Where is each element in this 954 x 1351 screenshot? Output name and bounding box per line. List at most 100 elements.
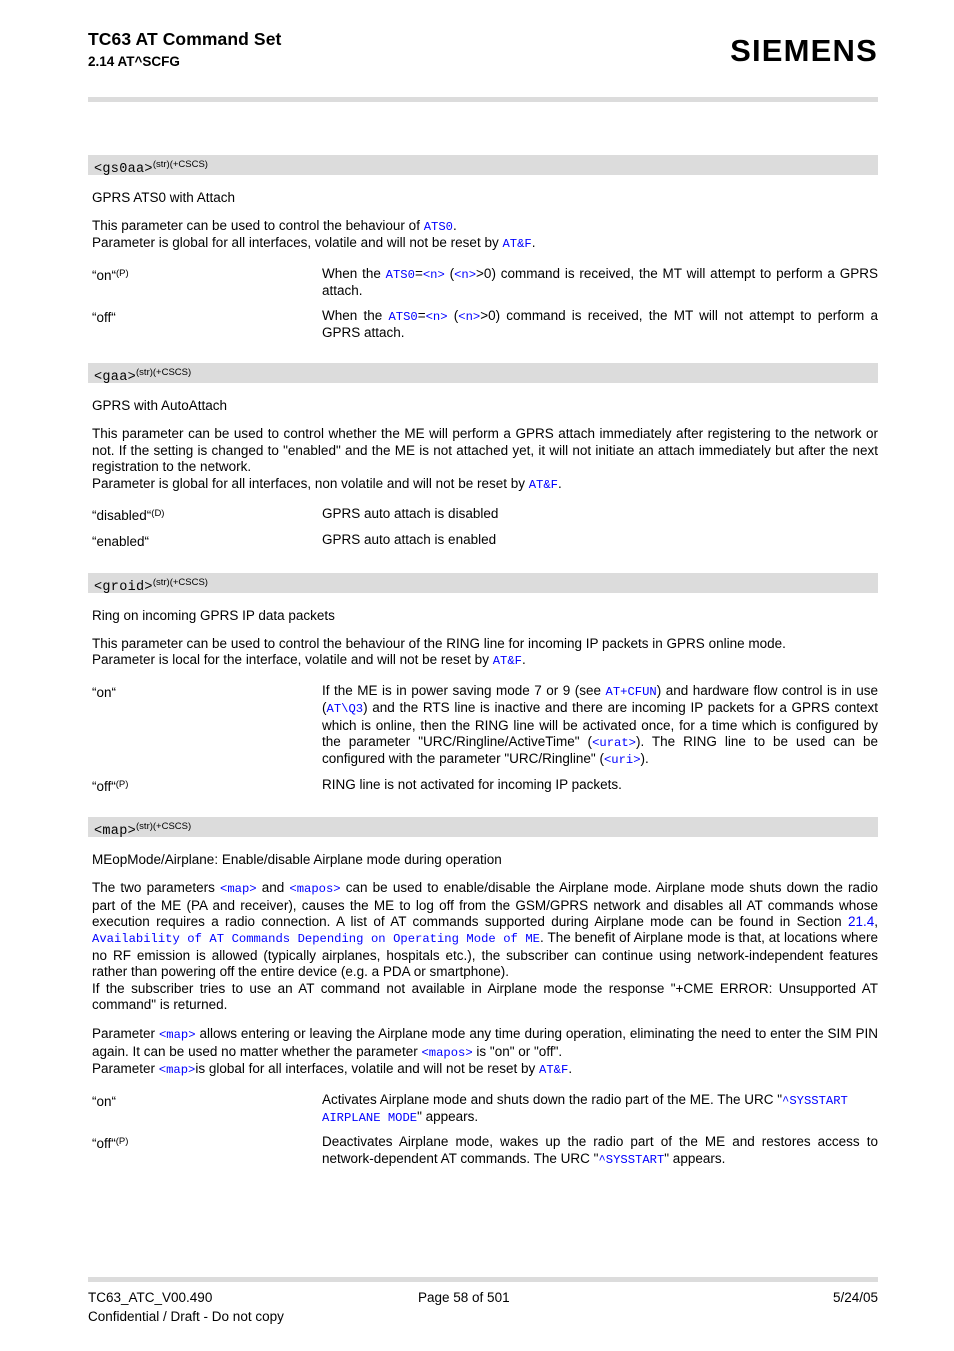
value-label: “on“(P) <box>92 266 322 284</box>
header-divider <box>88 97 878 102</box>
siemens-logo: SIEMENS <box>730 33 878 68</box>
value-label-text: “off“ <box>92 309 116 325</box>
map-scope-note: Parameter <map>is global for all interfa… <box>92 1061 573 1078</box>
inline-code-map: <map> <box>220 882 257 897</box>
value-description: GPRS auto attach is disabled <box>322 506 499 522</box>
parameter-subheading: GPRS ATS0 with Attach <box>92 190 236 205</box>
value-row: “enabled“ GPRS auto attach is enabled <box>92 532 878 550</box>
parameter-section-map: <map>(str)(+CSCS) MEopMode/Airplane: Ena… <box>88 817 878 1168</box>
value-description: When the ATS0=<n> (<n>>0) command is rec… <box>322 265 878 299</box>
inline-code-ats0: ATS0 <box>423 220 453 234</box>
value-description: Activates Airplane mode and shuts down t… <box>322 1091 848 1125</box>
value-label-text: “off“ <box>92 1136 116 1152</box>
footer-document-id: TC63_ATC_V00.490 <box>88 1290 213 1305</box>
parameter-header-gaa: <gaa>(str)(+CSCS) <box>88 363 878 386</box>
airplane-mode-error-note: If the subscriber tries to use an AT com… <box>92 980 878 1012</box>
parameter-superscript: (str)(+CSCS) <box>152 159 208 170</box>
footer-page-number: Page 58 of 501 <box>418 1290 510 1305</box>
value-label: “on“ <box>92 1092 322 1110</box>
value-description: If the ME is in power saving mode 7 or 9… <box>322 682 879 768</box>
document-page: TC63 AT Command Set 2.14 AT^SCFG SIEMENS… <box>0 0 954 1351</box>
inline-code-at-cfun: AT+CFUN <box>605 684 657 699</box>
footer-date: 5/24/05 <box>832 1290 878 1305</box>
parameter-section-gaa: <gaa>(str)(+CSCS) GPRS with AutoAttach T… <box>88 363 878 550</box>
airplane-mode-overview: The two parameters <map> and <mapos> can… <box>92 880 879 980</box>
value-label-text: “enabled“ <box>92 534 150 550</box>
value-row: “off“(P) RING line is not activated for … <box>92 777 878 795</box>
parameter-description: This parameter can be used to control th… <box>92 635 786 651</box>
inline-code-atf: AT&F <box>502 237 532 252</box>
value-label-text: “on“ <box>92 1093 117 1109</box>
value-label-text: “on“ <box>92 267 117 283</box>
parameter-scope-note: Parameter is global for all interfaces, … <box>92 235 536 252</box>
parameter-superscript: (str)(+CSCS) <box>136 367 192 379</box>
page-content: <gs0aa>(str)(+CSCS) GPRS ATS0 with Attac… <box>88 155 878 1190</box>
inline-code-atf: AT&F <box>528 477 558 492</box>
inline-code-atf: AT&F <box>539 1063 569 1078</box>
value-row: “disabled“(D) GPRS auto attach is disabl… <box>92 506 878 524</box>
parameter-header-gs0aa: <gs0aa>(str)(+CSCS) <box>88 155 878 177</box>
inline-code-urat: <urat> <box>592 735 636 750</box>
inline-code-sysstart-airplane: ^SYSSTART AIRPLANE MODE <box>322 1093 848 1125</box>
value-row: “on“ If the ME is in power saving mode 7… <box>92 683 878 769</box>
cross-reference-section-number[interactable]: 21.4 <box>848 914 874 929</box>
inline-code-n: <n> <box>425 309 448 324</box>
parameter-description: This parameter can be used to control wh… <box>92 426 878 475</box>
value-row: “on“ Activates Airplane mode and shuts d… <box>92 1092 878 1127</box>
value-label-superscript: (P) <box>115 778 129 790</box>
parameter-superscript: (str)(+CSCS) <box>136 821 192 833</box>
inline-code-mapos: <mapos> <box>289 882 341 897</box>
parameter-name: <gs0aa> <box>94 162 153 177</box>
parameter-section-groid: <groid>(str)(+CSCS) Ring on incoming GPR… <box>88 572 878 795</box>
parameter-subheading: GPRS with AutoAttach <box>92 398 228 414</box>
value-label-superscript: (D) <box>151 508 165 520</box>
inline-code-map: <map> <box>158 1028 196 1043</box>
footer-divider <box>88 1277 878 1282</box>
parameter-name: <gaa> <box>94 370 137 386</box>
value-label: “on“ <box>92 683 322 701</box>
value-label: “disabled“(D) <box>92 506 322 524</box>
value-description: Deactivates Airplane mode, wakes up the … <box>322 1134 878 1167</box>
value-row: “off“(P) Deactivates Airplane mode, wake… <box>92 1134 878 1168</box>
value-label-superscript: (P) <box>115 1136 129 1148</box>
inline-code-n: <n> <box>422 267 445 282</box>
value-description: RING line is not activated for incoming … <box>322 776 622 792</box>
inline-code-at-q3: AT\Q3 <box>326 702 364 717</box>
parameter-subheading: Ring on incoming GPRS IP data packets <box>92 607 335 623</box>
parameter-header-groid: <groid>(str)(+CSCS) <box>88 572 878 595</box>
value-label-superscript: (P) <box>116 267 129 279</box>
inline-code-sysstart: ^SYSSTART <box>598 1152 665 1167</box>
value-description: When the ATS0=<n> (<n>>0) command is rec… <box>322 307 878 341</box>
value-row: “off“ When the ATS0=<n> (<n>>0) command … <box>92 308 878 342</box>
value-row: “on“(P) When the ATS0=<n> (<n>>0) comman… <box>92 266 878 300</box>
page-header: TC63 AT Command Set 2.14 AT^SCFG SIEMENS <box>88 28 878 90</box>
parameter-scope-note: Parameter is global for all interfaces, … <box>92 475 562 492</box>
footer-primary-line: TC63_ATC_V00.490 Page 58 of 501 5/24/05 <box>88 1288 878 1307</box>
parameter-name: <groid> <box>94 579 153 595</box>
parameter-subheading: MEopMode/Airplane: Enable/disable Airpla… <box>92 852 502 868</box>
parameter-description: This parameter can be used to control th… <box>92 218 457 234</box>
inline-code-atf: AT&F <box>492 654 522 669</box>
parameter-superscript: (str)(+CSCS) <box>152 576 208 588</box>
value-label-text: “off“ <box>92 778 116 794</box>
value-label: “enabled“ <box>92 532 322 550</box>
value-description: GPRS auto attach is enabled <box>322 532 497 548</box>
parameter-header-map: <map>(str)(+CSCS) <box>88 817 878 840</box>
parameter-name: <map> <box>94 824 137 840</box>
inline-code-ats0: ATS0 <box>385 267 415 282</box>
footer-confidentiality-notice: Confidential / Draft - Do not copy <box>88 1309 284 1324</box>
page-footer: TC63_ATC_V00.490 Page 58 of 501 5/24/05 … <box>88 1288 878 1326</box>
inline-code-ats0: ATS0 <box>388 309 418 324</box>
cross-reference-section-title[interactable]: Availability of AT Commands Depending on… <box>92 932 540 946</box>
map-usage-note: Parameter <map> allows entering or leavi… <box>92 1026 878 1060</box>
value-label: “off“ <box>92 308 322 326</box>
value-label: “off“(P) <box>92 777 322 795</box>
parameter-section-gs0aa: <gs0aa>(str)(+CSCS) GPRS ATS0 with Attac… <box>88 155 878 341</box>
value-label: “off“(P) <box>92 1134 322 1152</box>
parameter-scope-note: Parameter is local for the interface, vo… <box>92 652 526 669</box>
inline-code-n: <n> <box>454 267 477 282</box>
value-label-text: “on“ <box>92 684 117 700</box>
inline-code-mapos: <mapos> <box>421 1045 473 1060</box>
inline-code-map: <map> <box>158 1063 196 1078</box>
value-label-text: “disabled“ <box>92 508 152 524</box>
